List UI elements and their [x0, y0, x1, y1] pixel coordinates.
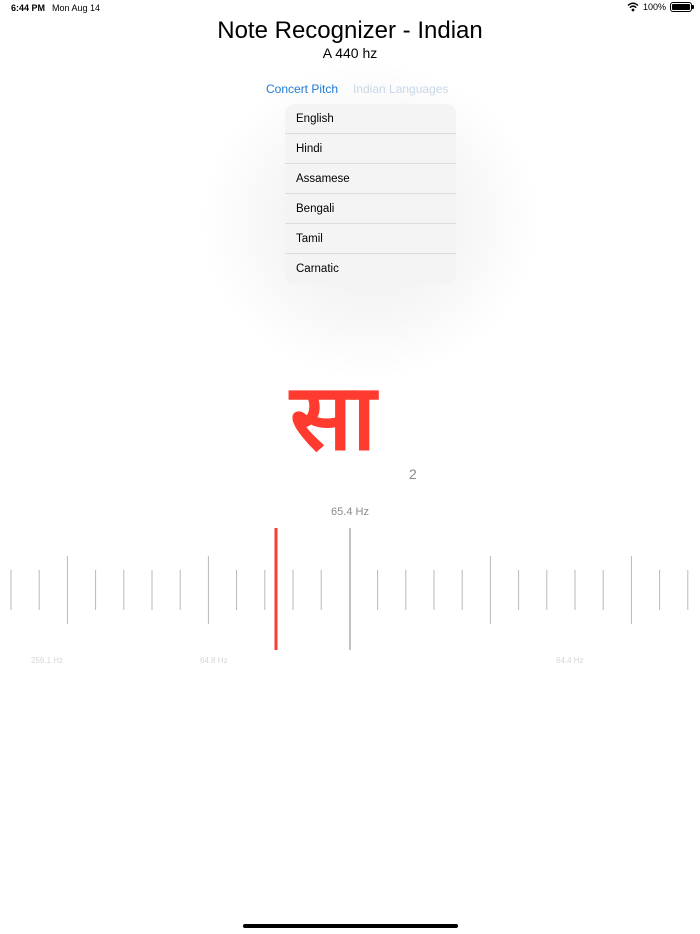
menu-item-carnatic[interactable]: Carnatic: [285, 254, 456, 284]
octave-number: 2: [409, 466, 417, 482]
status-indicators: 100%: [627, 2, 694, 12]
status-bar: 6:44 PM Mon Aug 14 100%: [0, 0, 700, 18]
status-time: 6:44 PM: [11, 3, 46, 13]
status-date: Mon Aug 14: [52, 3, 101, 13]
menu-item-bengali[interactable]: Bengali: [285, 194, 456, 224]
menu-item-tamil[interactable]: Tamil: [285, 224, 456, 254]
page-title: Note Recognizer - Indian: [217, 17, 483, 44]
tab-concert-pitch[interactable]: Concert Pitch: [266, 82, 338, 96]
reference-pitch: A 440 hz: [322, 45, 378, 61]
detected-note: सा: [290, 364, 377, 471]
language-menu: English Hindi Assamese Bengali Tamil Car…: [285, 104, 456, 284]
menu-item-hindi[interactable]: Hindi: [285, 134, 456, 164]
menu-item-english[interactable]: English: [285, 104, 456, 134]
scale-label-mid: 64.8 Hz: [200, 656, 228, 665]
pitch-ruler: [10, 528, 689, 650]
battery-icon: [670, 2, 694, 12]
scale-label-left: 256.1 Hz: [31, 656, 64, 665]
menu-item-assamese[interactable]: Assamese: [285, 164, 456, 194]
home-indicator: [243, 924, 458, 928]
detected-frequency: 65.4 Hz: [331, 506, 369, 518]
battery-percent: 100%: [642, 2, 666, 12]
scale-label-right: 64.4 Hz: [556, 656, 584, 665]
tab-indian-languages[interactable]: Indian Languages: [353, 82, 448, 96]
wifi-icon: [627, 2, 639, 12]
